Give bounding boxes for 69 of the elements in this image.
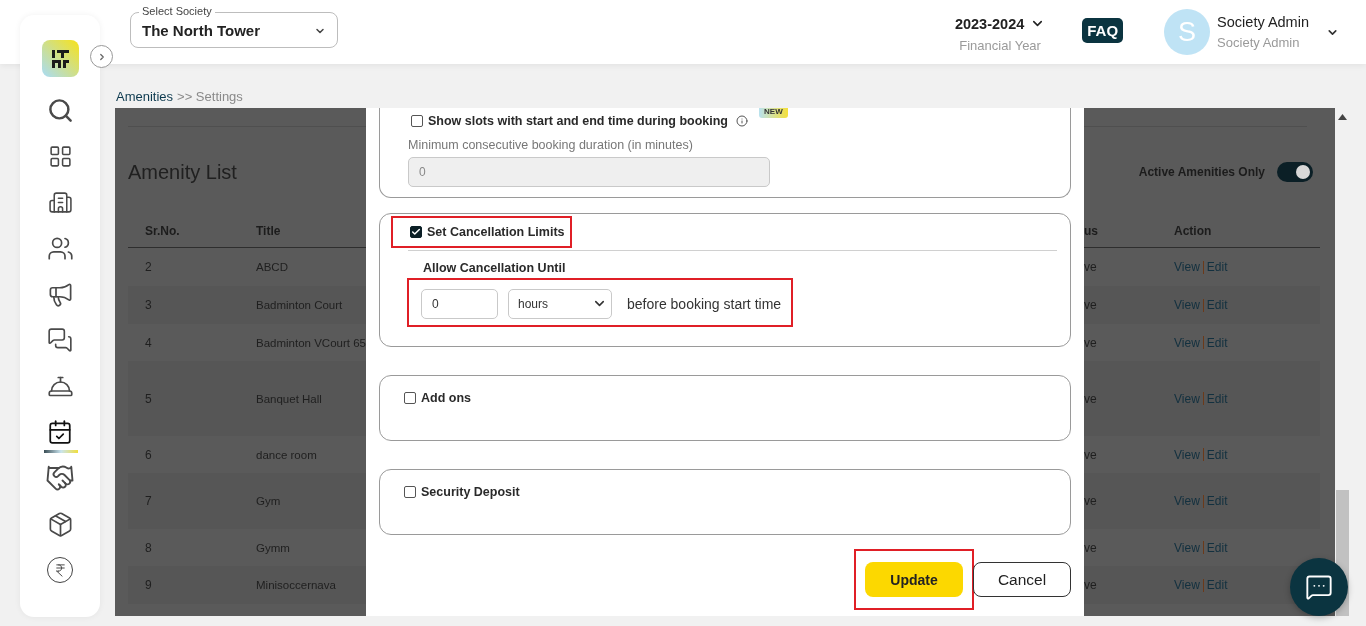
logo-icon[interactable] xyxy=(41,40,79,77)
column-header: Action xyxy=(1174,224,1213,238)
calendar-icon xyxy=(47,419,73,445)
table-cell-text: 8 xyxy=(144,540,153,555)
row-action-link[interactable]: View xyxy=(1174,578,1200,592)
field-label: Minimum consecutive booking duration (in minutes) xyxy=(408,138,694,152)
table-cell-text: ve xyxy=(1084,540,1098,555)
row-action-link[interactable]: Edit xyxy=(1206,298,1228,312)
row-action-link[interactable]: View xyxy=(1174,335,1200,350)
info-icon[interactable] xyxy=(736,115,748,127)
row-action-link[interactable]: Edit xyxy=(1206,335,1228,350)
table-cell-text: ve xyxy=(1084,260,1098,274)
row-action-link[interactable]: Edit xyxy=(1206,578,1228,592)
row-action-link[interactable]: View xyxy=(1174,540,1200,555)
row-action-link[interactable]: View xyxy=(1174,494,1200,508)
suffix-text: before booking start time xyxy=(627,295,782,312)
row-action-link[interactable]: View xyxy=(1174,298,1200,312)
faq-button[interactable]: FAQ xyxy=(1082,18,1124,43)
row-action-link[interactable]: Edit xyxy=(1206,260,1228,274)
breadcrumb-link[interactable]: Amenities xyxy=(116,88,174,104)
table-cell-text: 4 xyxy=(144,335,153,350)
toggle-label: Active Amenities Only xyxy=(1138,165,1265,179)
scroll-up-arrow-icon[interactable] xyxy=(1338,114,1347,120)
row-action-link[interactable]: View xyxy=(1174,260,1200,274)
hours-input[interactable]: 0 xyxy=(421,288,498,319)
user-name: Society Admin xyxy=(1217,14,1309,30)
unit-select[interactable]: hours xyxy=(508,288,612,319)
table-cell: Badminton VCourt 65 xyxy=(256,336,366,349)
building-icon xyxy=(47,189,73,215)
table-cell-text: ABCD xyxy=(256,261,289,273)
user-avatar: S xyxy=(1164,9,1211,55)
checkbox-label: Set Cancellation Limits xyxy=(427,225,565,239)
section-title: Amenity List xyxy=(128,160,237,184)
update-button[interactable]: Update xyxy=(865,562,963,597)
table-cell-text: 2 xyxy=(144,260,153,274)
checkbox[interactable] xyxy=(404,486,416,498)
table-cell-text: ve xyxy=(1084,335,1098,350)
table-cell-text: 6 xyxy=(144,447,153,462)
row-action-link[interactable]: View xyxy=(1174,391,1200,406)
chat-icon xyxy=(47,327,73,353)
grid-icon xyxy=(47,143,73,169)
new-badge: NEW xyxy=(759,108,788,118)
cancel-button[interactable]: Cancel xyxy=(973,562,1071,597)
row-action-link[interactable]: Edit xyxy=(1206,540,1228,555)
checkbox-label: Security Deposit xyxy=(421,485,520,499)
checkbox-label: Add ons xyxy=(421,391,471,405)
column-header: Sr.No. xyxy=(144,224,181,238)
row-action-link[interactable]: Edit xyxy=(1206,447,1228,462)
checkbox[interactable] xyxy=(410,226,422,238)
row-action-link[interactable]: Edit xyxy=(1206,494,1228,508)
active-indicator xyxy=(44,450,78,453)
table-cell-text: Gymm xyxy=(256,541,291,554)
table-cell-text: dance room xyxy=(256,448,318,461)
year-select[interactable]: 2023-2024 xyxy=(954,15,1046,32)
search-icon xyxy=(46,96,74,124)
row-action-link[interactable]: Edit xyxy=(1206,391,1228,406)
handshake-icon xyxy=(45,463,75,493)
toggle-switch[interactable] xyxy=(1277,162,1313,182)
user-role: Society Admin xyxy=(1217,35,1301,50)
column-header: us xyxy=(1084,224,1099,238)
chat-bubbles-icon xyxy=(1305,573,1333,601)
section-subtitle: Allow Cancellation Until xyxy=(423,261,567,275)
table-cell-text: ve xyxy=(1084,447,1098,462)
checkbox-label: Show slots with start and end time during booking xyxy=(428,114,728,128)
column-header: Title xyxy=(256,224,282,238)
breadcrumb-current: >> Settings xyxy=(177,88,243,104)
year-caption: Financial Year xyxy=(959,37,1041,53)
checkbox[interactable] xyxy=(404,392,416,404)
row-action-link[interactable]: View xyxy=(1174,447,1200,462)
